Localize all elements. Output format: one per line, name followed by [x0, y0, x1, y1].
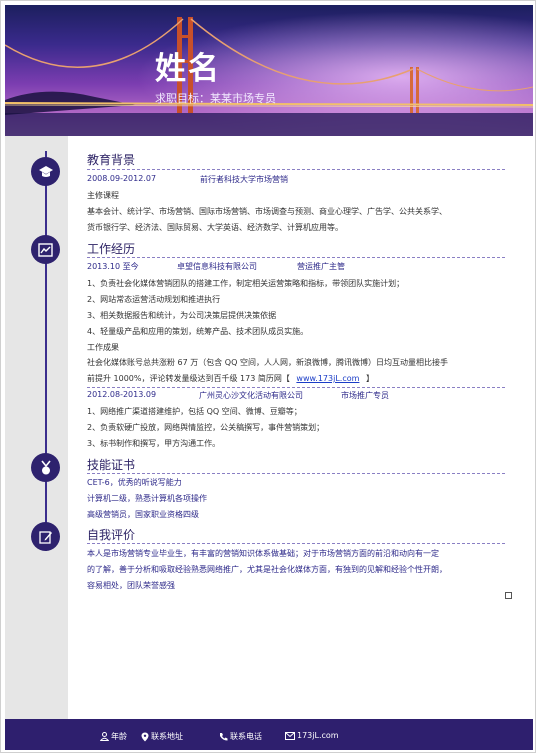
- job1-period: 2013.10 至今: [87, 262, 139, 271]
- chart-icon: [38, 242, 53, 257]
- footer-email-label: 173jL.com: [297, 731, 339, 740]
- job1-results-line-1: 社会化媒体账号总共涨粉 67 万（包含 QQ 空间，人人网，新浪微博，腾讯微博）…: [87, 358, 448, 367]
- education-period: 2008.09-2012.07: [87, 174, 157, 183]
- job1-position: 营运推广主管: [297, 262, 345, 271]
- bridge-night-image: [5, 5, 533, 136]
- medal-icon: [40, 460, 51, 474]
- education-divider: [87, 169, 505, 170]
- job1-item-4: 4、轻量级产品和应用的策划，统筹产品、技术团队成员实施。: [87, 327, 309, 336]
- left-sidebar-strip: [5, 136, 68, 719]
- footer-address: 联系地址: [141, 731, 183, 742]
- skill-item-3: 高级营销员，国家职业资格四级: [87, 510, 199, 519]
- resume-page: 姓名 求职目标：某某市场专员 教育背景 2008.09-2012.07 前行者科…: [0, 0, 536, 753]
- resume-name: 姓名: [155, 51, 221, 87]
- job1-results-title: 工作成果: [87, 343, 119, 352]
- self-eval-badge: [31, 522, 60, 551]
- footer-address-label: 联系地址: [151, 732, 183, 741]
- courses-line-1: 基本会计、统计学、市场营销、国际市场营销、市场调查与预测、商业心理学、广告学、公…: [87, 207, 447, 216]
- mail-icon: [285, 731, 295, 740]
- work-badge: [31, 235, 60, 264]
- location-pin-icon: [141, 732, 149, 741]
- job1-results-line-2: 前提升 1000%，评论转发量级达到百千级 173 简历网【 www.173jL…: [87, 373, 374, 384]
- job1-item-3: 3、相关数据报告和统计，为公司决策层提供决策依据: [87, 311, 277, 320]
- education-title: 教育背景: [87, 153, 136, 167]
- self-eval-divider: [87, 543, 505, 544]
- skills-title: 技能证书: [87, 458, 136, 472]
- graduation-cap-icon: [38, 165, 53, 177]
- phone-icon: [220, 733, 228, 741]
- work-divider: [87, 257, 505, 258]
- job2-position: 市场推广专员: [341, 391, 389, 400]
- education-badge: [31, 157, 60, 186]
- footer-age: 年龄: [100, 731, 127, 742]
- self-eval-line-2: 的了解，善于分析和吸取经验熟悉网络推广，尤其是社会化媒体方面，有独到的见解和经验…: [87, 565, 447, 574]
- contact-footer: 年龄 联系地址 联系电话 173jL.com: [5, 719, 533, 750]
- education-school: 前行者科技大学市场营销: [200, 175, 288, 184]
- job1-results-bracket: 】: [365, 374, 374, 383]
- self-eval-title: 自我评价: [87, 528, 136, 542]
- person-icon: [100, 732, 109, 741]
- job1-item-1: 1、负责社会化媒体营销团队的搭建工作，制定相关运营策略和指标，带领团队实施计划；: [87, 279, 405, 288]
- header-banner: 姓名 求职目标：某某市场专员: [5, 5, 533, 136]
- job1-company: 卓望信息科技有限公司: [177, 262, 257, 271]
- skills-divider: [87, 473, 505, 474]
- job2-company: 广州灵心沙文化活动有限公司: [199, 391, 303, 400]
- courses-title: 主修课程: [87, 191, 119, 200]
- job-objective: 求职目标：某某市场专员: [155, 92, 276, 105]
- job2-item-2: 2、负责软硬广投放，网络舆情监控，公关稿撰写，事件营销策划；: [87, 423, 325, 432]
- self-eval-line-3: 容易相处，团队荣誉感强: [87, 581, 175, 590]
- skill-item-2: 计算机二级，熟悉计算机各项操作: [87, 494, 207, 503]
- footer-age-label: 年龄: [111, 732, 127, 741]
- job2-period: 2012.08-2013.09: [87, 390, 157, 399]
- footer-email: 173jL.com: [285, 731, 339, 740]
- footer-phone-label: 联系电话: [230, 732, 262, 741]
- skill-item-1: CET-6，优秀的听说写能力: [87, 478, 182, 487]
- resize-handle[interactable]: [505, 592, 512, 599]
- pencil-icon: [38, 530, 52, 544]
- work-title: 工作经历: [87, 242, 136, 256]
- job1-item-2: 2、网站常态运营活动规划和推进执行: [87, 295, 221, 304]
- job2-item-3: 3、标书制作和撰写，甲方沟通工作。: [87, 439, 221, 448]
- job1-results-text: 前提升 1000%，评论转发量级达到百千级 173 简历网【: [87, 374, 290, 383]
- self-eval-line-1: 本人是市场营销专业毕业生，有丰富的营销知识体系做基础；对于市场营销方面的前沿和动…: [87, 549, 439, 558]
- skills-badge: [31, 453, 60, 482]
- job2-divider: [87, 387, 505, 388]
- job2-item-1: 1、网络推广渠道搭建维护，包括 QQ 空间、微博、豆瓣等；: [87, 407, 302, 416]
- courses-line-2: 货币银行学、经济法、国际贸易、大学英语、经济数学、计算机应用等。: [87, 223, 343, 232]
- timeline-line: [45, 151, 47, 551]
- footer-phone: 联系电话: [219, 731, 262, 742]
- job1-results-link[interactable]: www.173jL.com: [296, 374, 359, 383]
